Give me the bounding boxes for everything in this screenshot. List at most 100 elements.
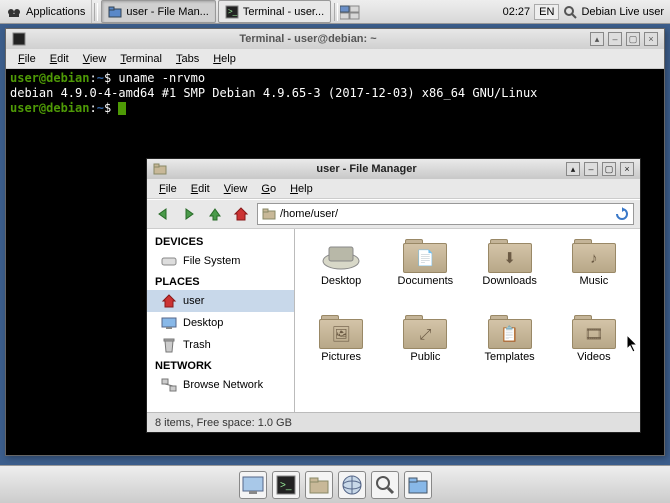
dock-browser[interactable] [338,471,366,499]
folder-icon [262,207,276,221]
search-icon[interactable] [563,5,577,19]
folder-music[interactable]: ♪ Music [552,239,636,315]
up-button[interactable] [205,204,225,224]
menu-view[interactable]: View [77,51,113,67]
location-bar [257,203,634,225]
taskbar-item-terminal[interactable]: >_ Terminal - user... [218,0,331,23]
home-button[interactable] [231,204,251,224]
sidebar-label: user [183,295,204,307]
network-heading: NETWORK [147,356,294,374]
menu-terminal[interactable]: Terminal [114,51,168,67]
menu-file[interactable]: File [153,181,183,197]
icon-view[interactable]: Desktop 📄 Documents ⬇ Downloads ♪ Music … [295,229,640,412]
folder-label: Public [410,351,440,363]
folder-documents[interactable]: 📄 Documents [383,239,467,315]
minimize-button[interactable]: – [608,32,622,46]
folder-templates[interactable]: 📋 Templates [468,315,552,391]
sidebar-item-trash[interactable]: Trash [147,334,294,356]
terminal-titlebar[interactable]: Terminal - user@debian: ~ ▴ – ▢ × [6,29,664,49]
applications-menu[interactable]: Applications [0,0,92,23]
folder-icon: 📋 [488,315,532,349]
taskbar-label: Terminal - user... [243,6,324,18]
menu-file[interactable]: File [12,51,42,67]
terminal-icon [12,32,26,46]
maximize-button[interactable]: ▢ [602,162,616,176]
folder-icon: 🎞 [572,315,616,349]
statusbar: 8 items, Free space: 1.0 GB [147,412,640,432]
applications-label: Applications [26,6,85,18]
folder-icon: ⬇ [488,239,532,273]
sidebar-item-desktop[interactable]: Desktop [147,312,294,334]
svg-text:>_: >_ [280,480,292,491]
desktop-icon [161,315,177,331]
filemanager-window: user - File Manager ▴ – ▢ × File Edit Vi… [146,158,641,433]
folder-icon: ♪ [572,239,616,273]
menu-help[interactable]: Help [207,51,242,67]
sidebar-item-filesystem[interactable]: File System [147,250,294,272]
menu-tabs[interactable]: Tabs [170,51,205,67]
terminal-menubar: File Edit View Terminal Tabs Help [6,49,664,69]
folder-public[interactable]: ⤢ Public [383,315,467,391]
folder-label: Music [580,275,609,287]
svg-text:>_: >_ [228,7,238,16]
forward-button[interactable] [179,204,199,224]
minimize-button[interactable]: – [584,162,598,176]
terminal-icon: >_ [225,5,239,19]
close-button[interactable]: × [620,162,634,176]
sidebar-label: Desktop [183,317,223,329]
folder-label: Videos [577,351,610,363]
dock-filemanager[interactable] [305,471,333,499]
menu-edit[interactable]: Edit [185,181,216,197]
window-title: Terminal - user@debian: ~ [26,33,590,45]
sidebar-item-user[interactable]: user [147,290,294,312]
network-icon [161,377,177,393]
dock-home[interactable] [404,471,432,499]
sidebar-item-network[interactable]: Browse Network [147,374,294,396]
maximize-button[interactable]: ▢ [626,32,640,46]
workspace-switcher[interactable] [340,4,360,20]
top-panel: Applications user - File Man... >_ Termi… [0,0,670,24]
filemanager-titlebar[interactable]: user - File Manager ▴ – ▢ × [147,159,640,179]
shade-button[interactable]: ▴ [566,162,580,176]
places-heading: PLACES [147,272,294,290]
menu-help[interactable]: Help [284,181,319,197]
sidebar-label: Browse Network [183,379,263,391]
folder-desktop[interactable]: Desktop [299,239,383,315]
folder-label: Documents [398,275,454,287]
bottom-dock: >_ [0,465,670,503]
taskbar-label: user - File Man... [126,6,209,18]
keyboard-layout[interactable]: EN [534,4,559,20]
dock-terminal[interactable]: >_ [272,471,300,499]
folder-pictures[interactable]: 🖼 Pictures [299,315,383,391]
folder-icon: 🖼 [319,315,363,349]
status-text: 8 items, Free space: 1.0 GB [155,417,292,429]
menu-go[interactable]: Go [255,181,282,197]
user-menu[interactable]: Debian Live user [581,6,664,18]
folder-downloads[interactable]: ⬇ Downloads [468,239,552,315]
folder-icon: 📄 [403,239,447,273]
taskbar-item-filemanager[interactable]: user - File Man... [101,0,216,23]
menu-edit[interactable]: Edit [44,51,75,67]
shade-button[interactable]: ▴ [590,32,604,46]
menu-view[interactable]: View [218,181,254,197]
folder-videos[interactable]: 🎞 Videos [552,315,636,391]
xfce-logo-icon [6,4,22,20]
filemanager-menubar: File Edit View Go Help [147,179,640,199]
folder-label: Templates [485,351,535,363]
devices-heading: DEVICES [147,232,294,250]
dock-appfinder[interactable] [371,471,399,499]
system-tray: 02:27 EN Debian Live user [497,4,670,20]
trash-icon [161,337,177,353]
close-button[interactable]: × [644,32,658,46]
sidebar: DEVICES File System PLACES user Desktop … [147,229,295,412]
desktop-folder-icon [319,239,363,273]
home-icon [161,293,177,309]
path-input[interactable] [280,208,611,220]
filemanager-toolbar [147,199,640,229]
clock[interactable]: 02:27 [503,6,531,18]
dock-show-desktop[interactable] [239,471,267,499]
sidebar-label: File System [183,255,240,267]
back-button[interactable] [153,204,173,224]
folder-icon [153,162,167,176]
refresh-icon[interactable] [615,207,629,221]
